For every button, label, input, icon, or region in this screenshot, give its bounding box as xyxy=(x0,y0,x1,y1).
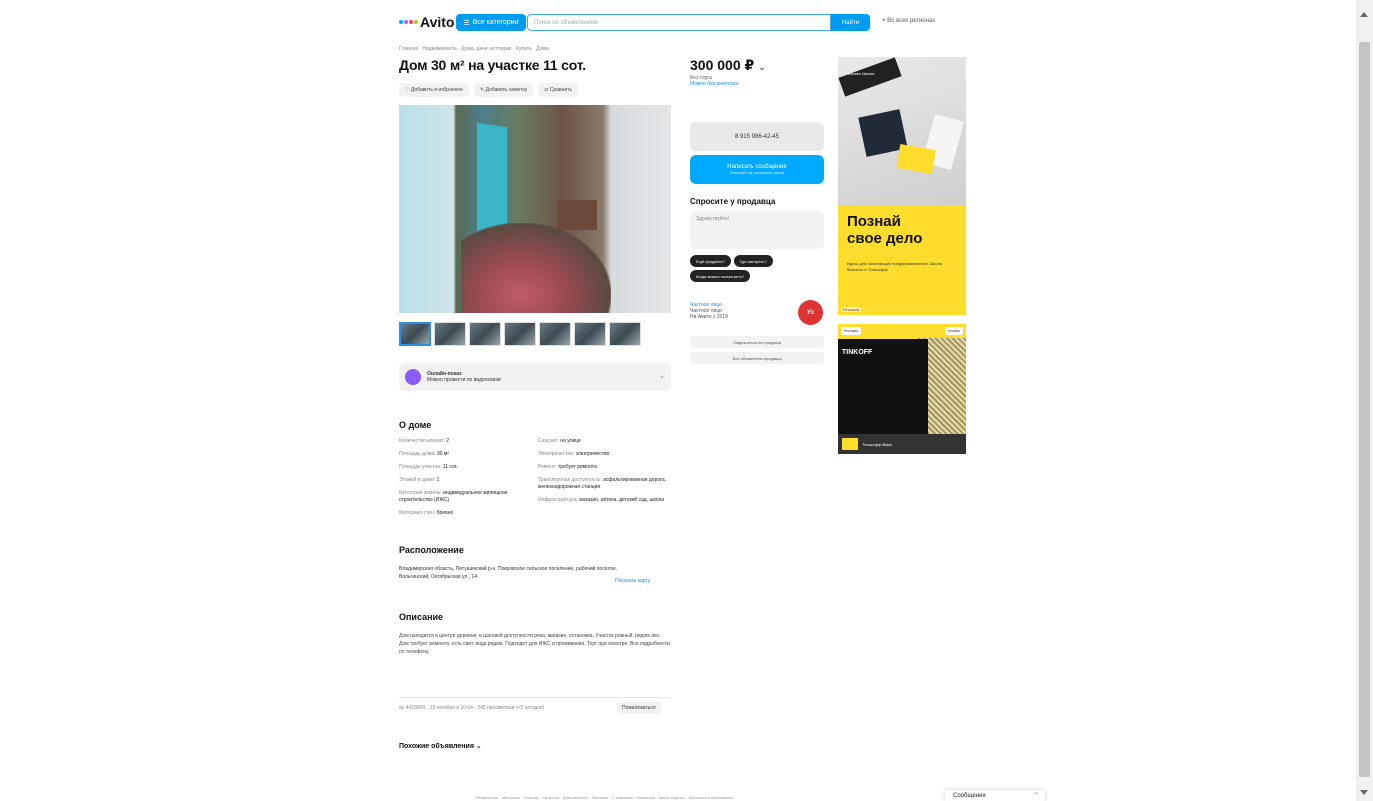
param-row: Транспортная доступность: асфальтированн… xyxy=(538,477,667,490)
online-tour-banner[interactable]: Онлайн-показ Можно провести по видеосвяз… xyxy=(399,363,671,391)
quick-question-chip[interactable]: Ещё продаёте? xyxy=(690,255,731,267)
about-title: О доме xyxy=(399,420,432,430)
chevron-up-icon[interactable]: ⌃ xyxy=(1034,792,1039,799)
logo-dots xyxy=(399,20,418,24)
param-row: Санузел: на улице xyxy=(538,438,581,444)
param-row: Этажей в доме: 1 xyxy=(399,477,440,483)
param-row: Электричество: электричество xyxy=(538,451,610,457)
main-photo[interactable] xyxy=(399,105,671,313)
tinkoff-logo-icon xyxy=(842,438,858,450)
chevron-down-icon[interactable]: ⌄ xyxy=(758,62,766,72)
all-categories-button[interactable]: ☰ Все категории xyxy=(456,14,526,31)
thumbnail[interactable] xyxy=(399,322,431,346)
complain-button[interactable]: Пожаловаться xyxy=(617,702,661,714)
ad-brand: Бизнес Школа xyxy=(848,71,875,76)
logo-text: Avito xyxy=(420,14,455,30)
params-left: Количество комнат: 2 Площадь дома: 30 м²… xyxy=(399,438,532,523)
thumbnail[interactable] xyxy=(469,322,501,346)
scrollbar[interactable] xyxy=(1356,0,1373,801)
param-row: Количество комнат: 2 xyxy=(399,438,449,444)
ad-banner-business-school[interactable]: Бизнес Школа Познай свое дело Курсы для … xyxy=(838,57,966,315)
compare-button[interactable]: ⇄ Сравнить xyxy=(538,83,579,97)
scroll-down-icon[interactable] xyxy=(1360,790,1368,795)
footer-links[interactable]: Объявления · Магазины · Помощь · Каталог… xyxy=(475,795,734,800)
all-seller-ads-button[interactable]: Все объявления продавца xyxy=(690,352,824,364)
thumbnail[interactable] xyxy=(539,322,571,346)
quick-question-chip[interactable]: Где смотреть? xyxy=(733,255,773,267)
ad-footer: Тинькофф Black xyxy=(838,434,966,454)
subscribe-seller-button[interactable]: Подписаться на продавца xyxy=(690,336,824,348)
show-phone-button[interactable]: 8 915 986-42-45 xyxy=(690,122,824,151)
scrollbar-thumb[interactable] xyxy=(1359,42,1370,777)
ad-label: Реклама xyxy=(841,307,862,312)
param-row: Ремонт: требует ремонта xyxy=(538,464,597,470)
page-title: Дом 30 м² на участке 11 сот. xyxy=(399,57,586,73)
search-input[interactable]: Поиск по объявлениям xyxy=(527,14,831,31)
add-note-button[interactable]: ✎ Добавить заметку xyxy=(473,83,534,97)
avito-logo[interactable]: Avito xyxy=(399,14,454,30)
ad-text: Курсы для начинающих предпринимателей. Ш… xyxy=(847,261,943,272)
add-to-favorites-button[interactable]: ♡ Добавить в избранное xyxy=(399,83,469,97)
price-details: Без торга Можно без риелтора xyxy=(690,75,739,87)
params-right: Санузел: на улице Электричество: электри… xyxy=(538,438,671,523)
location-icon: ⌖ xyxy=(882,18,886,24)
description-text: Дом находится в центре деревни, в шагово… xyxy=(399,633,670,655)
ask-seller-title: Спросите у продавца xyxy=(690,197,776,206)
house-params: Количество комнат: 2 Площадь дома: 30 м²… xyxy=(399,438,671,523)
ad-card-image: TINKOFF xyxy=(838,339,928,434)
location-title: Расположение xyxy=(399,545,464,555)
address-text: Владимирская область, Петушинский р-н, П… xyxy=(399,566,617,580)
ask-seller-input[interactable]: Здравствуйте! xyxy=(690,211,824,249)
online-tour-subtitle: Можно провести по видеосвязи xyxy=(427,377,501,383)
breadcrumb[interactable]: Главная · Недвижимость · Дома, дачи, кот… xyxy=(399,46,549,52)
param-row: Площадь дома: 30 м² xyxy=(399,451,449,457)
ad-banner-tinkoff[interactable]: TINKOFF Реклама Кэшбэк Тинькофф Black xyxy=(838,324,966,454)
quick-questions: Ещё продаёте? Где смотреть? Когда можно … xyxy=(690,255,824,282)
listing-actions: ♡ Добавить в избранное ✎ Добавить заметк… xyxy=(399,83,579,97)
chevron-down-icon: ⌄ xyxy=(659,373,665,380)
listing-meta: № 4418000 · 18 октября в 10:14 · 245 про… xyxy=(399,705,545,711)
scroll-up-icon[interactable] xyxy=(1360,12,1368,17)
region-selector[interactable]: ⌖ Во всех регионах xyxy=(882,18,935,25)
video-icon xyxy=(405,369,421,385)
photo-floor xyxy=(461,223,611,313)
similar-listings-toggle[interactable]: Похожие объявления ⌄ xyxy=(399,742,482,750)
show-map-link[interactable]: Показать карту xyxy=(615,578,650,584)
ad-headline: Познай свое дело xyxy=(847,213,923,247)
avatar[interactable]: Уз xyxy=(798,300,823,325)
price: 300 000 ₽ ⌄ xyxy=(690,57,766,73)
ad-label: Реклама xyxy=(841,327,862,335)
thumbnail[interactable] xyxy=(574,322,606,346)
write-message-button[interactable]: Написать сообщение Отвечает за несколько… xyxy=(690,155,824,184)
param-row: Категория земель: индивидуальное жилищно… xyxy=(399,490,508,503)
divider xyxy=(399,697,671,698)
param-row: Инфраструктура: магазин, аптека, детский… xyxy=(538,497,665,503)
messages-bar[interactable]: Сообщения ⌃ xyxy=(945,790,1045,801)
menu-icon: ☰ xyxy=(463,19,470,27)
seller-info[interactable]: Частное лицо Частное лицо На Авито с 201… xyxy=(690,302,728,320)
find-button[interactable]: Найти xyxy=(831,14,870,31)
param-row: Площадь участка: 11 сот. xyxy=(399,464,458,470)
photo-table xyxy=(557,200,597,230)
ad-cashback-badge: Кэшбэк xyxy=(945,327,963,335)
thumbnail[interactable] xyxy=(434,322,466,346)
description-title: Описание xyxy=(399,612,444,622)
thumbnail[interactable] xyxy=(504,322,536,346)
quick-question-chip[interactable]: Когда можно посмотреть? xyxy=(690,270,751,282)
thumbnail[interactable] xyxy=(609,322,641,346)
param-row: Материал стен: бревно xyxy=(399,510,454,516)
photo-thumbnails xyxy=(399,322,641,346)
ad-image xyxy=(838,57,966,205)
